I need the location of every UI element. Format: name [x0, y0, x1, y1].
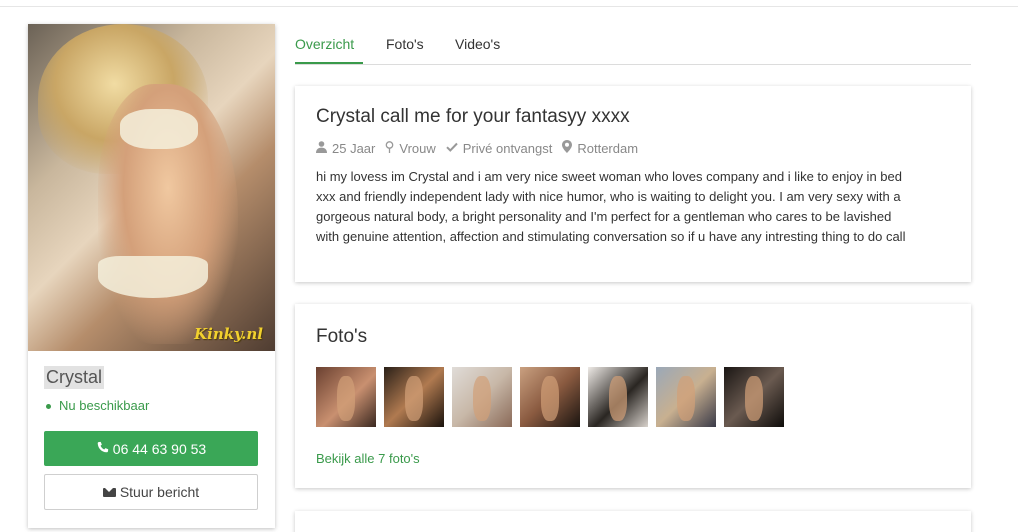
photo-thumbnail[interactable]	[384, 367, 444, 427]
top-divider	[0, 6, 1018, 7]
map-marker-icon	[562, 140, 573, 156]
city-label: Rotterdam	[577, 140, 639, 156]
meta-age: 25 Jaar	[316, 140, 375, 156]
photo-thumbnail[interactable]	[316, 367, 376, 427]
description-line: gorgeous natural body, a bright personal…	[316, 209, 892, 224]
check-icon	[446, 141, 458, 155]
status-label: Nu beschikbaar	[59, 398, 150, 413]
profile-tabs: Overzicht Foto's Video's	[295, 24, 971, 65]
photo-thumbnail[interactable]	[724, 367, 784, 427]
profile-card: Kinky.nl Crystal Nu beschikbaar 06 44 63…	[28, 24, 275, 528]
photos-title: Foto's	[316, 326, 368, 347]
reception-label: Privé ontvangst	[462, 140, 553, 156]
ad-title: Crystal call me for your fantasyy xxxx	[316, 106, 630, 127]
phone-number: 06 44 63 90 53	[112, 440, 207, 457]
envelope-icon	[102, 487, 116, 497]
tab-fotos[interactable]: Foto's	[386, 36, 424, 52]
description-line: xxx and friendly independent lady with n…	[316, 189, 901, 204]
meta-city: Rotterdam	[562, 140, 638, 156]
description-line: hi my lovess im Crystal and i am very ni…	[316, 169, 902, 184]
age-label: 25 Jaar	[332, 140, 376, 156]
profile-description: hi my lovess im Crystal and i am very ni…	[316, 167, 952, 247]
gender-label: Vrouw	[399, 140, 436, 156]
location-pin-icon	[385, 140, 394, 156]
photo-thumbnail[interactable]	[452, 367, 512, 427]
send-message-button[interactable]: Stuur bericht	[44, 474, 258, 510]
next-section-card	[295, 511, 971, 532]
photo-thumbnail[interactable]	[588, 367, 648, 427]
meta-gender: Vrouw	[385, 140, 436, 156]
photo-thumbnail[interactable]	[656, 367, 716, 427]
photo-thumbnail[interactable]	[520, 367, 580, 427]
photo-thumbnails	[316, 367, 784, 427]
phone-button[interactable]: 06 44 63 90 53	[44, 431, 258, 466]
profile-meta: 25 Jaar Vrouw Privé ontvangst Rotterdam	[316, 140, 638, 156]
overview-card: Crystal call me for your fantasyy xxxx 2…	[295, 86, 971, 282]
photos-card: Foto's Bekijk alle 7 foto's	[295, 304, 971, 488]
send-message-label: Stuur bericht	[119, 484, 200, 500]
profile-name: Crystal	[44, 366, 105, 389]
phone-icon	[96, 441, 109, 457]
view-all-photos-link[interactable]: Bekijk alle 7 foto's	[316, 451, 420, 466]
availability-status: Nu beschikbaar	[46, 398, 149, 413]
description-line: with genuine attention, affection and st…	[316, 229, 906, 244]
tab-overzicht[interactable]: Overzicht	[295, 36, 354, 52]
status-dot-icon	[46, 404, 51, 410]
active-tab-indicator	[295, 62, 363, 64]
user-icon	[316, 140, 327, 156]
profile-photo[interactable]: Kinky.nl	[28, 24, 275, 351]
meta-reception: Privé ontvangst	[446, 140, 553, 156]
tab-videos[interactable]: Video's	[455, 36, 500, 52]
watermark-logo: Kinky.nl	[194, 325, 263, 343]
